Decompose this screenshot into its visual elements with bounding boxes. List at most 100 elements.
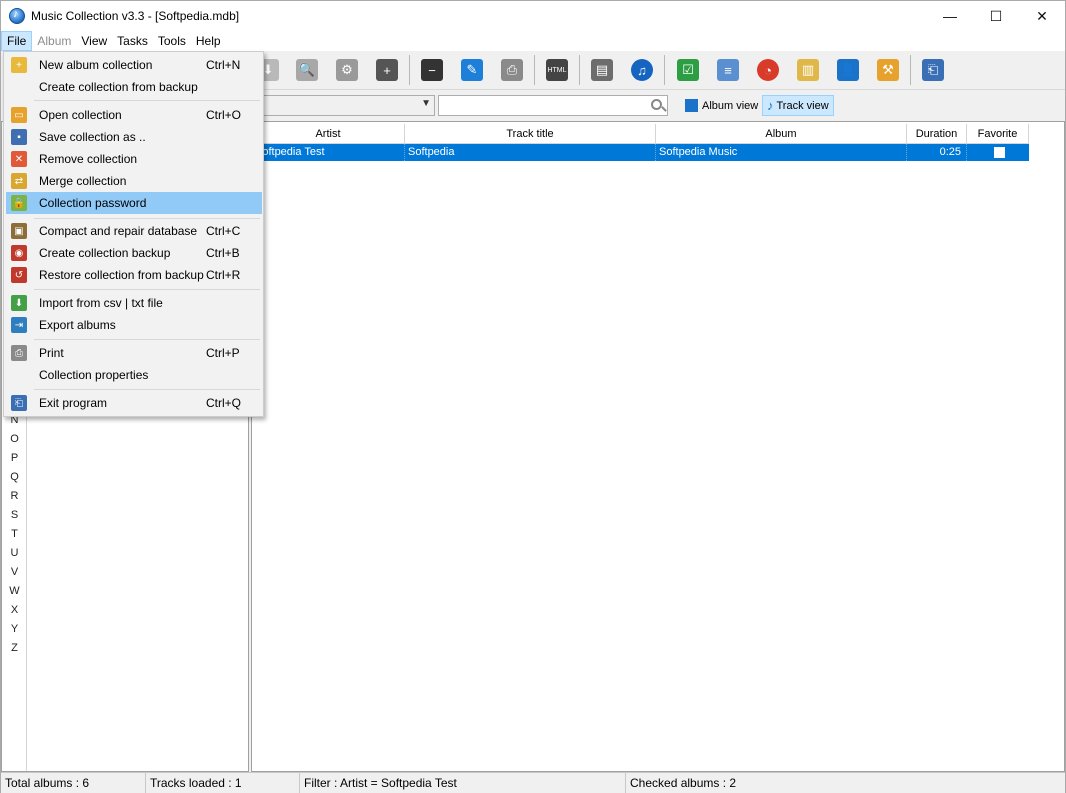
column-header-album[interactable]: Album [656, 124, 907, 144]
menu-item-label: Import from csv | txt file [39, 296, 163, 310]
toolbar-search-button[interactable]: 🔍 [292, 55, 322, 85]
track-view-button[interactable]: ♪ Track view [762, 95, 834, 116]
favorite-checkbox[interactable] [994, 147, 1005, 158]
letter-index-item[interactable]: O [2, 433, 27, 445]
status-tracks-loaded: Tracks loaded : 1 [146, 773, 300, 793]
menu-item-shortcut: Ctrl+O [206, 108, 242, 122]
menu-item-import-csv[interactable]: ⬇ Import from csv | txt file [6, 292, 262, 314]
menu-item-label: Restore collection from backup [39, 268, 204, 282]
menu-item-label: Save collection as .. [39, 130, 146, 144]
toolbar-calendar-button[interactable]: ☑ [673, 55, 703, 85]
maximize-button[interactable]: ☐ [973, 1, 1019, 31]
toolbar-user-button[interactable]: 👤 [833, 55, 863, 85]
menu-item-restore-backup[interactable]: ↺ Restore collection from backup Ctrl+R [6, 264, 262, 286]
search-icon [651, 99, 662, 110]
toolbar-add-button[interactable]: + [372, 55, 402, 85]
menu-item-shortcut: Ctrl+R [206, 268, 241, 282]
menu-item-shortcut: Ctrl+N [206, 58, 241, 72]
toolbar-remove-button[interactable]: − [417, 55, 447, 85]
filter-bar: ▼ Album view ♪ Track view [263, 89, 1065, 121]
menu-tools[interactable]: Tools [153, 31, 191, 51]
music-note-icon: ♪ [767, 98, 774, 113]
menu-separator [34, 289, 260, 290]
letter-index-item[interactable]: Z [2, 642, 27, 654]
search-input[interactable] [438, 95, 668, 116]
letter-index-item[interactable]: Y [2, 623, 27, 635]
cell-artist: Softpedia Test [252, 144, 405, 161]
letter-index-item[interactable]: P [2, 452, 27, 464]
menu-view[interactable]: View [76, 31, 112, 51]
toolbar-separator [534, 55, 535, 85]
menu-item-open-collection[interactable]: ▭ Open collection Ctrl+O [6, 104, 262, 126]
document-icon: ≡ [717, 59, 739, 81]
edit-icon: ✎ [461, 59, 483, 81]
pie-chart-icon: ◔ [757, 59, 779, 81]
album-view-button[interactable]: Album view [681, 95, 762, 116]
menu-item-label: Remove collection [39, 152, 138, 166]
music-app-icon [9, 8, 25, 24]
table-row[interactable]: Softpedia Test Softpedia Softpedia Music… [252, 144, 1029, 161]
menu-item-label: Open collection [39, 108, 122, 122]
export-icon: ⇥ [11, 317, 27, 333]
toolbar-html-button[interactable]: HTML [542, 55, 572, 85]
letter-index-item[interactable]: W [2, 585, 27, 597]
menu-item-remove-collection[interactable]: ✕ Remove collection [6, 148, 262, 170]
menu-item-label: Collection properties [39, 368, 149, 382]
menu-item-label: New album collection [39, 58, 153, 72]
menu-help[interactable]: Help [191, 31, 226, 51]
toolbar-edit-button[interactable]: ✎ [457, 55, 487, 85]
minimize-button[interactable]: — [927, 1, 973, 31]
column-header-artist[interactable]: Artist [252, 124, 405, 144]
toolbar-music-search-button[interactable]: ♫ [627, 55, 657, 85]
column-header-track-title[interactable]: Track title [405, 124, 656, 144]
menu-item-print[interactable]: ⎙ Print Ctrl+P [6, 342, 262, 364]
menu-item-export-albums[interactable]: ⇥ Export albums [6, 314, 262, 336]
menu-item-shortcut: Ctrl+C [206, 224, 241, 238]
menu-file[interactable]: File [1, 31, 33, 51]
letter-index-item[interactable]: T [2, 528, 27, 540]
toolbar-document-button[interactable]: ≡ [713, 55, 743, 85]
letter-index-item[interactable]: R [2, 490, 27, 502]
save-icon: ▪ [11, 129, 27, 145]
menu-item-label: Export albums [39, 318, 116, 332]
menu-item-new-album-collection[interactable]: + New album collection Ctrl+N [6, 54, 262, 76]
menu-item-create-backup[interactable]: ◉ Create collection backup Ctrl+B [6, 242, 262, 264]
toolbar-tools-button[interactable]: ⚒ [873, 55, 903, 85]
column-header-favorite[interactable]: Favorite [967, 124, 1029, 144]
cell-track-title: Softpedia [405, 144, 656, 161]
letter-index-item[interactable]: X [2, 604, 27, 616]
toolbar-print-button[interactable]: ⎙ [497, 55, 527, 85]
window-controls: — ☐ ✕ [927, 1, 1065, 31]
close-button[interactable]: ✕ [1019, 1, 1065, 31]
column-header-duration[interactable]: Duration [907, 124, 967, 144]
menu-item-exit-program[interactable]: ⎗ Exit program Ctrl+Q [6, 392, 262, 414]
menu-item-create-from-backup[interactable]: Create collection from backup [6, 76, 262, 98]
letter-index-item[interactable]: V [2, 566, 27, 578]
toolbar-separator [409, 55, 410, 85]
filter-combo[interactable]: ▼ [263, 95, 435, 116]
archive-icon: ▥ [797, 59, 819, 81]
menu-item-compact-repair[interactable]: ▣ Compact and repair database Ctrl+C [6, 220, 262, 242]
chevron-down-icon: ▼ [421, 98, 431, 109]
html-icon: HTML [546, 59, 568, 81]
toolbar-settings-button[interactable]: ⚙ [332, 55, 362, 85]
status-filter: Filter : Artist = Softpedia Test [300, 773, 626, 793]
preview-icon: ▤ [591, 59, 613, 81]
letter-index-item[interactable]: Q [2, 471, 27, 483]
menu-item-merge-collection[interactable]: ⇄ Merge collection [6, 170, 262, 192]
toolbar-archive-button[interactable]: ▥ [793, 55, 823, 85]
menu-item-label: Merge collection [39, 174, 127, 188]
menu-album[interactable]: Album [32, 31, 76, 51]
album-view-icon [685, 99, 698, 112]
menu-item-collection-password[interactable]: 🔒 Collection password [6, 192, 262, 214]
toolbar-chart-button[interactable]: ◔ [753, 55, 783, 85]
toolbar-separator [579, 55, 580, 85]
letter-index-item[interactable]: U [2, 547, 27, 559]
letter-index-item[interactable]: S [2, 509, 27, 521]
toolbar-exit-button[interactable]: ⎗ [918, 55, 948, 85]
menu-item-save-collection-as[interactable]: ▪ Save collection as .. [6, 126, 262, 148]
toolbar-preview-button[interactable]: ▤ [587, 55, 617, 85]
menu-tasks[interactable]: Tasks [112, 31, 153, 51]
menu-item-collection-properties[interactable]: Collection properties [6, 364, 262, 386]
toolbar-separator [664, 55, 665, 85]
